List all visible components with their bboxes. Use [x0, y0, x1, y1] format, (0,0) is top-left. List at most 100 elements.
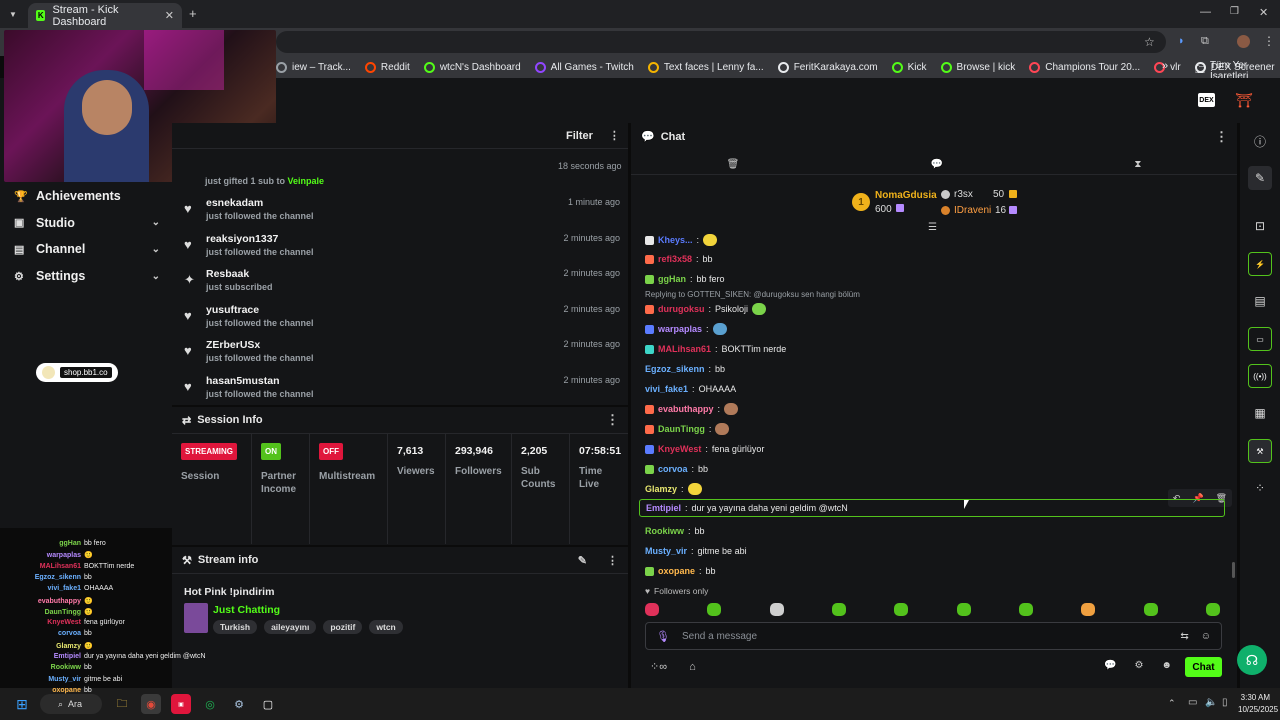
chat-username[interactable]: Kheys... [658, 235, 693, 245]
bookmark-star-icon[interactable]: ☆ [1144, 35, 1155, 49]
quick-emote-icon[interactable] [769, 602, 784, 616]
spotify-icon[interactable]: ◎ [200, 694, 220, 714]
chat-message[interactable]: Egzoz_sikenn: bb [645, 360, 725, 378]
chat-menu-icon[interactable]: ⋮ [1215, 129, 1228, 145]
stream-tag[interactable]: Turkish [213, 620, 258, 634]
hourglass-icon[interactable]: ⧗ [1134, 159, 1141, 170]
activity-username[interactable]: hasan5mustan [206, 375, 280, 387]
quick-emote-icon[interactable] [1081, 602, 1096, 616]
support-chat-icon[interactable]: ☊ [1237, 645, 1267, 675]
activity-row[interactable]: ♥ hasan5mustan just followed the channel 2 … [184, 375, 620, 411]
tray-network-icon[interactable]: ▭ [1188, 697, 1197, 708]
chat-message[interactable]: Rookiww: bb [645, 522, 705, 540]
obs-icon[interactable]: ▣ [171, 694, 191, 714]
chat-username[interactable]: corvoa [658, 464, 688, 474]
tray-volume-icon[interactable]: 🔈 [1205, 697, 1217, 708]
chat-message[interactable]: corvoa: bb [645, 460, 708, 478]
message-input[interactable]: Send a message [682, 631, 757, 642]
minimize-button[interactable]: — [1200, 6, 1211, 18]
stream-info-menu-icon[interactable]: ⋮ [607, 554, 618, 567]
leaderboard-second-name[interactable]: r3sx [954, 189, 973, 200]
taskbar-clock[interactable]: 3:30 AM 10/25/2025 [1238, 693, 1278, 714]
bookmark-item[interactable]: Reddit [364, 61, 410, 73]
emote-picker-icon[interactable]: ☻ [1161, 660, 1172, 671]
activity-username[interactable]: esnekadam [206, 197, 263, 209]
new-tab-button[interactable]: + [189, 6, 197, 21]
chat-username[interactable]: Rookiww [645, 526, 684, 536]
chat-message[interactable]: ggHan: bb fero [645, 270, 725, 288]
chat-input-box[interactable]: 🎙 Send a message ⇆ ☺ [645, 622, 1222, 650]
clipboard-icon[interactable]: ▤ [1248, 289, 1272, 313]
chat-message[interactable]: warpaplas: [645, 320, 727, 338]
microphone-icon[interactable]: 🎙 [656, 630, 670, 643]
trash-icon[interactable]: 🗑 [727, 159, 740, 170]
chat-username[interactable]: evabuthappy [658, 404, 714, 414]
quick-emote-icon[interactable] [956, 602, 971, 616]
bookmarks-overflow[interactable]: » [1162, 60, 1168, 72]
chat-username[interactable]: durugoksu [658, 304, 705, 314]
stream-tag[interactable]: wtcn [369, 620, 403, 634]
chat-gear-icon[interactable]: ⚙ [1134, 660, 1143, 671]
chat-username[interactable]: Egzoz_sikenn [645, 364, 705, 374]
info-icon[interactable]: ⓘ [1248, 129, 1272, 153]
broadcast-icon[interactable]: ((•)) [1248, 364, 1272, 388]
shop-link[interactable]: shop.bb1.co [36, 363, 118, 382]
chat-message[interactable]: evabuthappy: [645, 400, 739, 418]
chat-message[interactable]: Kheys...: [645, 231, 718, 249]
profile-avatar[interactable] [1237, 35, 1250, 48]
chat-scrollbar[interactable] [1232, 562, 1235, 578]
extensions-puzzle-icon[interactable]: ⧉ [1201, 35, 1209, 48]
chat-message[interactable]: refi3x58: bb [645, 250, 713, 268]
activity-username[interactable]: yusuftrace [206, 304, 259, 316]
activity-username[interactable]: reaksiyon1337 [206, 233, 278, 245]
quick-emote-icon[interactable] [645, 602, 659, 616]
quick-emote-icon[interactable] [1018, 602, 1033, 616]
tray-expand-icon[interactable]: ⌃ [1168, 698, 1176, 709]
close-tab-icon[interactable]: ✕ [165, 9, 174, 22]
chat-username[interactable]: Emtipiel [646, 503, 681, 513]
close-window-button[interactable]: ✕ [1259, 6, 1268, 19]
bookmark-item[interactable]: FeritKarakaya.com [777, 61, 878, 73]
chevron-down-icon[interactable]: ⌄ [152, 271, 160, 282]
dex-icon[interactable]: DEX [1198, 93, 1215, 107]
chevron-down-icon[interactable]: ⌄ [152, 217, 160, 228]
translate-icon[interactable]: ⇆ [1180, 631, 1188, 642]
activity-username[interactable]: Resbaak [206, 268, 249, 280]
chat-username[interactable]: warpaplas [658, 324, 702, 334]
chat-message[interactable]: KnyeWest: fena gürlüyor [645, 440, 764, 458]
activity-row[interactable]: ♥ reaksiyon1337 just followed the channel 2… [184, 233, 620, 269]
quick-emote-icon[interactable] [1205, 602, 1220, 616]
chat-username[interactable]: KnyeWest [658, 444, 701, 454]
chat-username[interactable]: refi3x58 [658, 254, 692, 264]
quick-emote-icon[interactable] [1143, 602, 1158, 616]
stream-tag[interactable]: aileyayını [264, 620, 317, 634]
quick-emote-icon[interactable] [894, 602, 909, 616]
chat-message[interactable]: Musty_vir: gitme be abi [645, 542, 747, 560]
edit-pencil-icon[interactable]: ✎ [578, 554, 587, 567]
bookmark-item[interactable]: Browse | kick [940, 61, 1015, 73]
stream-category[interactable]: Just Chatting [213, 604, 280, 616]
edit-icon[interactable]: ✎ [1248, 166, 1272, 190]
crop-icon[interactable]: ⊡ [1248, 214, 1272, 238]
emoji-icon[interactable]: ☺ [1201, 631, 1211, 642]
chat-message[interactable]: vivi_fake1: OHAAAA [645, 380, 736, 398]
chat-message[interactable]: Emtipiel: dur ya yayına daha yeni geldim … [639, 499, 1225, 517]
lightning-icon[interactable]: ⚡ [1248, 252, 1272, 276]
nav-item-settings[interactable]: ⚙ Settings ⌄ [14, 263, 160, 289]
tools-icon[interactable]: ⚒ [1248, 439, 1272, 463]
chat-username[interactable]: MALihsan61 [658, 344, 711, 354]
message-icon[interactable]: 💬 [931, 159, 943, 170]
nav-item-channel[interactable]: ▤ Channel ⌄ [14, 236, 160, 262]
chat-message[interactable]: Glamzy: [645, 480, 702, 498]
layout-icon[interactable]: ▦ [1248, 401, 1272, 425]
send-chat-button[interactable]: Chat [1185, 657, 1222, 677]
bookmark-item[interactable]: Champions Tour 20... [1029, 61, 1140, 73]
chat-username[interactable]: vivi_fake1 [645, 384, 688, 394]
chat-bubble-small-icon[interactable]: 💬 [1104, 660, 1116, 671]
collapse-leaderboard-icon[interactable]: ☰ [928, 222, 937, 233]
activity-row[interactable]: ✦ Resbaak just subscribed 2 minutes ago [184, 268, 620, 304]
chat-message[interactable]: MALihsan61: BOKTTim nerde [645, 340, 786, 358]
chat-toggle-icon[interactable]: ▭ [1248, 327, 1272, 351]
activity-menu-icon[interactable]: ⋮ [609, 129, 620, 142]
points-icon[interactable]: ⁘∞ [650, 660, 667, 673]
